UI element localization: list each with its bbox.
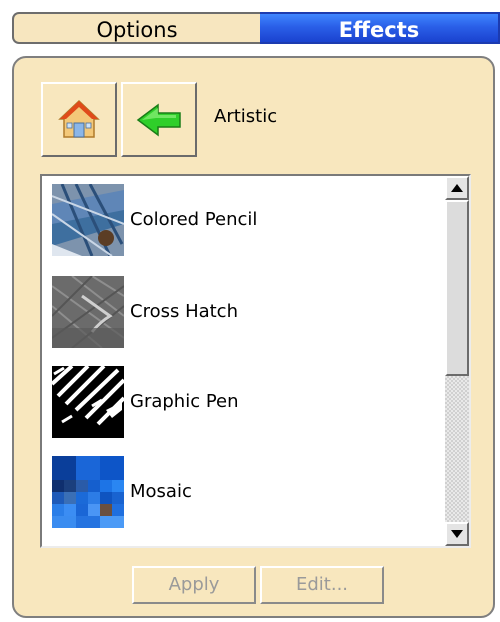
effects-panel: Artistic Colored Pencil Cross Hatch Grap… — [12, 56, 495, 618]
item-label: Colored Pencil — [130, 209, 258, 230]
cross-hatch-thumbnail — [52, 276, 124, 348]
tab-strip: Options Effects — [12, 12, 500, 48]
scroll-up-button[interactable] — [445, 176, 469, 200]
scroll-down-arrow-icon — [451, 530, 463, 538]
vertical-scrollbar[interactable] — [445, 176, 469, 546]
list-item-partial[interactable] — [52, 546, 442, 548]
back-arrow-icon — [136, 103, 181, 136]
list-item[interactable]: Graphic Pen — [52, 366, 442, 438]
breadcrumb: Artistic — [214, 106, 278, 127]
home-icon — [58, 99, 100, 138]
list-item[interactable]: Colored Pencil — [52, 184, 442, 256]
item-label: Cross Hatch — [130, 301, 238, 322]
item-label: Graphic Pen — [130, 391, 239, 412]
tab-effects[interactable]: Effects — [260, 12, 500, 44]
effects-list[interactable]: Colored Pencil Cross Hatch Graphic Pen M… — [40, 174, 471, 548]
tab-options[interactable]: Options — [12, 12, 260, 44]
partial-thumbnail — [52, 546, 124, 548]
scroll-thumb[interactable] — [445, 200, 469, 376]
scroll-down-button[interactable] — [445, 522, 469, 546]
back-button[interactable] — [121, 82, 197, 157]
edit-button[interactable]: Edit... — [260, 566, 384, 604]
colored-pencil-thumbnail — [52, 184, 124, 256]
list-item[interactable]: Cross Hatch — [52, 276, 442, 348]
scroll-up-arrow-icon — [451, 184, 463, 192]
home-button[interactable] — [41, 82, 117, 157]
apply-button[interactable]: Apply — [132, 566, 256, 604]
list-item[interactable]: Mosaic — [52, 456, 442, 528]
graphic-pen-thumbnail — [52, 366, 124, 438]
item-label: Mosaic — [130, 481, 192, 502]
mosaic-thumbnail — [52, 456, 124, 528]
